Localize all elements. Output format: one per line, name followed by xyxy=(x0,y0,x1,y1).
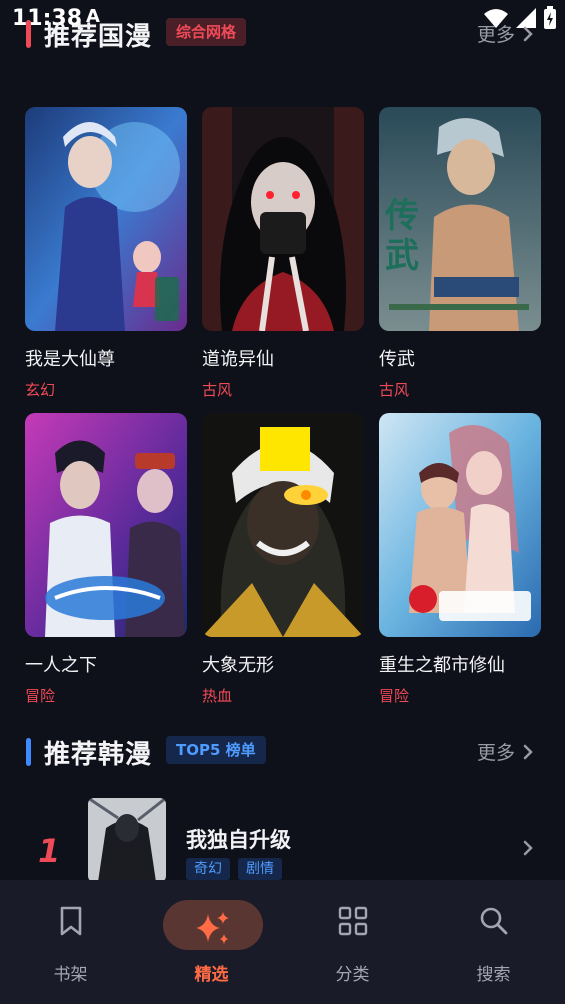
genre-tag: 奇幻 xyxy=(186,858,230,880)
more-label: 更多 xyxy=(476,742,515,764)
nav-category[interactable]: 分类 xyxy=(282,880,423,1004)
bottom-nav: 书架 精选 分类 搜索 xyxy=(0,880,565,1004)
section-accent-bar xyxy=(26,738,31,766)
ranking-tags: 奇幻 剧情 xyxy=(186,858,282,880)
comic-cover[interactable] xyxy=(25,413,187,637)
chevron-right-icon xyxy=(523,744,533,759)
nav-label: 精选 xyxy=(194,965,229,985)
genre-tag: 剧情 xyxy=(238,858,282,880)
section-title: 推荐韩漫 xyxy=(44,740,153,770)
more-link-guoman[interactable]: 更多 xyxy=(477,20,533,47)
section-accent-bar xyxy=(26,20,31,48)
sparkle-icon xyxy=(195,912,229,944)
comic-title: 传武 xyxy=(379,349,415,370)
section-tag: TOP5 榜单 xyxy=(166,736,266,764)
bookmark-icon xyxy=(60,906,81,936)
comic-genre: 热血 xyxy=(202,687,233,705)
comic-cover[interactable]: 传 武 xyxy=(379,107,541,331)
nav-label: 搜索 xyxy=(476,965,511,985)
comic-genre: 古风 xyxy=(202,381,233,399)
rank-number: 1 xyxy=(38,832,61,870)
comic-card[interactable]: 传 武 传武 古风 xyxy=(379,107,541,400)
svg-text:武: 武 xyxy=(385,236,419,276)
nav-search[interactable]: 搜索 xyxy=(423,880,564,1004)
section-header-guoman: 推荐国漫 综合网格 更多 xyxy=(0,14,565,54)
comic-title: 我是大仙尊 xyxy=(25,349,115,370)
nav-bookshelf[interactable]: 书架 xyxy=(0,880,141,1004)
comic-card[interactable]: 道诡异仙 古风 xyxy=(202,107,364,400)
comic-title: 重生之都市修仙 xyxy=(379,655,505,676)
comic-cover[interactable] xyxy=(379,413,541,637)
ranking-title: 我独自升级 xyxy=(186,828,291,852)
chevron-right-icon xyxy=(523,26,533,41)
comic-genre: 古风 xyxy=(379,381,410,399)
more-link-hanman[interactable]: 更多 xyxy=(477,738,533,765)
comic-cover[interactable] xyxy=(202,107,364,331)
section-header-hanman: 推荐韩漫 TOP5 榜单 更多 xyxy=(0,732,565,772)
ranking-cover[interactable] xyxy=(88,798,166,882)
comic-title: 道诡异仙 xyxy=(202,349,274,370)
comic-title: 一人之下 xyxy=(25,655,97,676)
cover-title-text: 传 xyxy=(384,196,419,236)
comic-genre: 玄幻 xyxy=(25,381,56,399)
section-title: 推荐国漫 xyxy=(44,22,153,52)
comic-card[interactable]: 重生之都市修仙 冒险 xyxy=(379,413,541,706)
comic-card[interactable]: 一人之下 冒险 xyxy=(25,413,187,706)
search-icon xyxy=(480,907,507,935)
comic-cover[interactable] xyxy=(202,413,364,637)
ranking-item[interactable]: 1 我独自升级 奇幻 剧情 xyxy=(0,796,565,882)
more-label: 更多 xyxy=(476,24,515,46)
nav-label: 分类 xyxy=(335,965,370,985)
nav-featured[interactable]: 精选 xyxy=(141,880,282,1004)
section-tag: 综合网格 xyxy=(166,18,247,46)
comic-card[interactable]: 我是大仙尊 玄幻 xyxy=(25,107,187,400)
chevron-right-icon xyxy=(523,840,533,856)
grid-icon xyxy=(338,906,367,936)
comic-card[interactable]: 大象无形 热血 xyxy=(202,413,364,706)
comic-genre: 冒险 xyxy=(379,687,410,705)
comic-title: 大象无形 xyxy=(202,655,274,676)
comic-genre: 冒险 xyxy=(25,687,56,705)
comic-cover[interactable] xyxy=(25,107,187,331)
nav-label: 书架 xyxy=(53,965,88,985)
